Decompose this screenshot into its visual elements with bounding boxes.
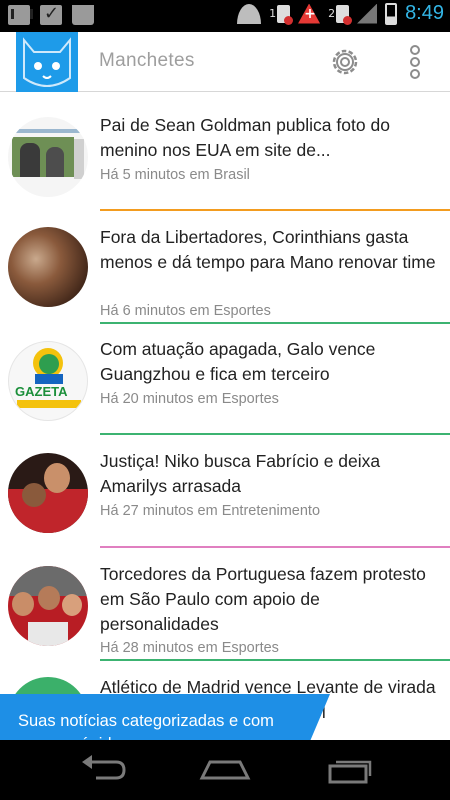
- signal-icon: [357, 3, 378, 24]
- page-title: Manchetes: [99, 50, 195, 71]
- system-icons: 1 2 8:49: [237, 2, 444, 25]
- news-thumbnail: [8, 227, 88, 307]
- list-item[interactable]: Fora da Libertadores, Corinthians gasta …: [0, 211, 450, 325]
- owl-logo-icon[interactable]: [16, 32, 78, 92]
- news-headline: Pai de Sean Goldman publica foto do meni…: [100, 115, 390, 160]
- news-meta: Há 6 minutos em Esportes: [100, 303, 271, 319]
- gmail-icon: [8, 5, 33, 25]
- notification-icons: [8, 3, 94, 25]
- news-headline: Fora da Libertadores, Corinthians gasta …: [100, 227, 436, 272]
- list-item[interactable]: Torcedores da Portuguesa fazem protesto …: [0, 548, 450, 662]
- back-icon[interactable]: [76, 752, 128, 788]
- recent-apps-icon[interactable]: [326, 752, 376, 788]
- news-thumbnail: [8, 117, 88, 197]
- news-thumbnail: [8, 566, 88, 646]
- clock: 8:49: [405, 2, 444, 24]
- app-bar: Manchetes: [0, 32, 450, 92]
- sim-icon: [277, 4, 294, 25]
- list-item[interactable]: Pai de Sean Goldman publica foto do meni…: [0, 93, 450, 211]
- sim2-number: 2: [328, 7, 336, 20]
- status-bar: 1 2 8:49: [0, 0, 450, 32]
- news-thumbnail: [8, 453, 88, 533]
- home-icon[interactable]: [198, 752, 252, 788]
- navigation-bar: [0, 740, 450, 800]
- list-item[interactable]: GAZETA Com atuação apagada, Galo vence G…: [0, 323, 450, 437]
- check-icon: [40, 3, 62, 25]
- battery-icon: [385, 2, 398, 25]
- news-meta: Há 5 minutos em Brasil: [100, 167, 250, 183]
- sim-icon: [336, 4, 353, 25]
- alert-icon: [298, 3, 321, 24]
- news-meta: Há 28 minutos em Esportes: [100, 640, 279, 656]
- news-headline: Justiça! Niko busca Fabrício e deixa Ama…: [100, 451, 381, 496]
- gear-icon[interactable]: [328, 45, 362, 79]
- overflow-menu-icon[interactable]: [402, 44, 428, 80]
- news-headline: Torcedores da Portuguesa fazem protesto …: [100, 564, 426, 634]
- news-headline: Com atuação apagada, Galo vence Guangzho…: [100, 339, 376, 384]
- news-meta: Há 20 minutos em Esportes: [100, 391, 279, 407]
- sim1-number: 1: [269, 7, 277, 20]
- sim2-indicator: 2: [328, 4, 353, 25]
- news-thumbnail: GAZETA: [8, 341, 88, 421]
- thumb-logo-text: GAZETA: [15, 384, 68, 399]
- shopping-bag-icon: [72, 5, 94, 25]
- news-meta: Há 27 minutos em Entretenimento: [100, 503, 321, 519]
- list-item[interactable]: Justiça! Niko busca Fabrício e deixa Ama…: [0, 435, 450, 549]
- wifi-icon: [237, 3, 262, 24]
- sim1-indicator: 1: [269, 4, 294, 25]
